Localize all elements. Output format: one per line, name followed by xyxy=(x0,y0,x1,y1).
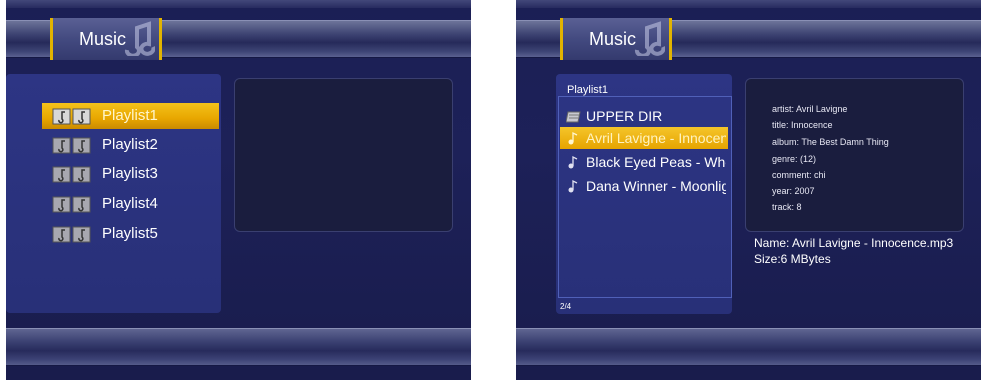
playlist-label: Playlist2 xyxy=(102,136,158,153)
top-ghost-bar xyxy=(516,0,981,8)
music-note-icon xyxy=(568,179,578,193)
file-label: Dana Winner - Moonligl xyxy=(586,178,726,194)
meta-track: track: 8 xyxy=(772,202,802,212)
playlist-icon xyxy=(52,166,91,183)
playlist-item[interactable]: Playlist2 xyxy=(42,132,219,158)
preview-area xyxy=(234,78,453,232)
meta-comment: comment: chi xyxy=(772,170,826,180)
meta-year: year: 2007 xyxy=(772,186,815,196)
footer-bar xyxy=(516,328,981,366)
folder-icon xyxy=(566,111,581,123)
playlist-label: Playlist4 xyxy=(102,195,158,212)
playlist-item[interactable]: Playlist4 xyxy=(42,191,219,217)
playlist-title: Playlist1 xyxy=(567,84,608,96)
tab-title: Music xyxy=(589,29,637,49)
playlist-label: Playlist5 xyxy=(102,225,158,242)
music-tab[interactable]: Music xyxy=(50,18,162,60)
file-item[interactable]: Black Eyed Peas - Whe xyxy=(560,151,728,173)
playlist-icon xyxy=(52,137,91,154)
file-label: Black Eyed Peas - Whe xyxy=(586,154,726,170)
music-note-icon xyxy=(568,131,578,145)
footer-bar xyxy=(6,328,471,366)
playlist-item[interactable]: Playlist5 xyxy=(42,221,219,247)
music-note-icon xyxy=(568,155,578,169)
file-label: Avril Lavigne - Innocence xyxy=(586,130,726,146)
music-file-browser-screen: Music Playlist1 UPPER DIR Avril Lavigne … xyxy=(516,0,981,380)
playlist-item[interactable]: Playlist3 xyxy=(42,161,219,187)
file-size: Size:6 MBytes xyxy=(754,252,831,266)
tab-title: Music xyxy=(79,29,127,49)
page-indicator: 2/4 xyxy=(560,302,572,311)
file-label: UPPER DIR xyxy=(586,108,663,124)
music-playlist-screen: Music Playlist1 Playlist2 Playlist3 Play… xyxy=(6,0,471,380)
file-item-upper-dir[interactable]: UPPER DIR xyxy=(560,105,728,127)
playlist-icon xyxy=(52,196,91,213)
playlist-icon xyxy=(52,226,91,243)
file-item[interactable]: Avril Lavigne - Innocence xyxy=(560,127,728,149)
music-tab[interactable]: Music xyxy=(560,18,672,60)
meta-title: title: Innocence xyxy=(772,120,833,130)
playlist-label: Playlist1 xyxy=(102,107,158,124)
meta-artist: artist: Avril Lavigne xyxy=(772,104,848,114)
playlist-label: Playlist3 xyxy=(102,165,158,182)
meta-genre: genre: (12) xyxy=(772,154,817,164)
file-list[interactable]: UPPER DIR Avril Lavigne - Innocence Blac… xyxy=(558,96,732,298)
file-item[interactable]: Dana Winner - Moonligl xyxy=(560,175,728,197)
playlist-item[interactable]: Playlist1 xyxy=(42,103,219,129)
playlist-icon xyxy=(52,108,91,125)
top-ghost-bar xyxy=(6,0,471,8)
meta-album: album: The Best Damn Thing xyxy=(772,137,889,147)
file-name: Name: Avril Lavigne - Innocence.mp3 xyxy=(754,236,954,250)
